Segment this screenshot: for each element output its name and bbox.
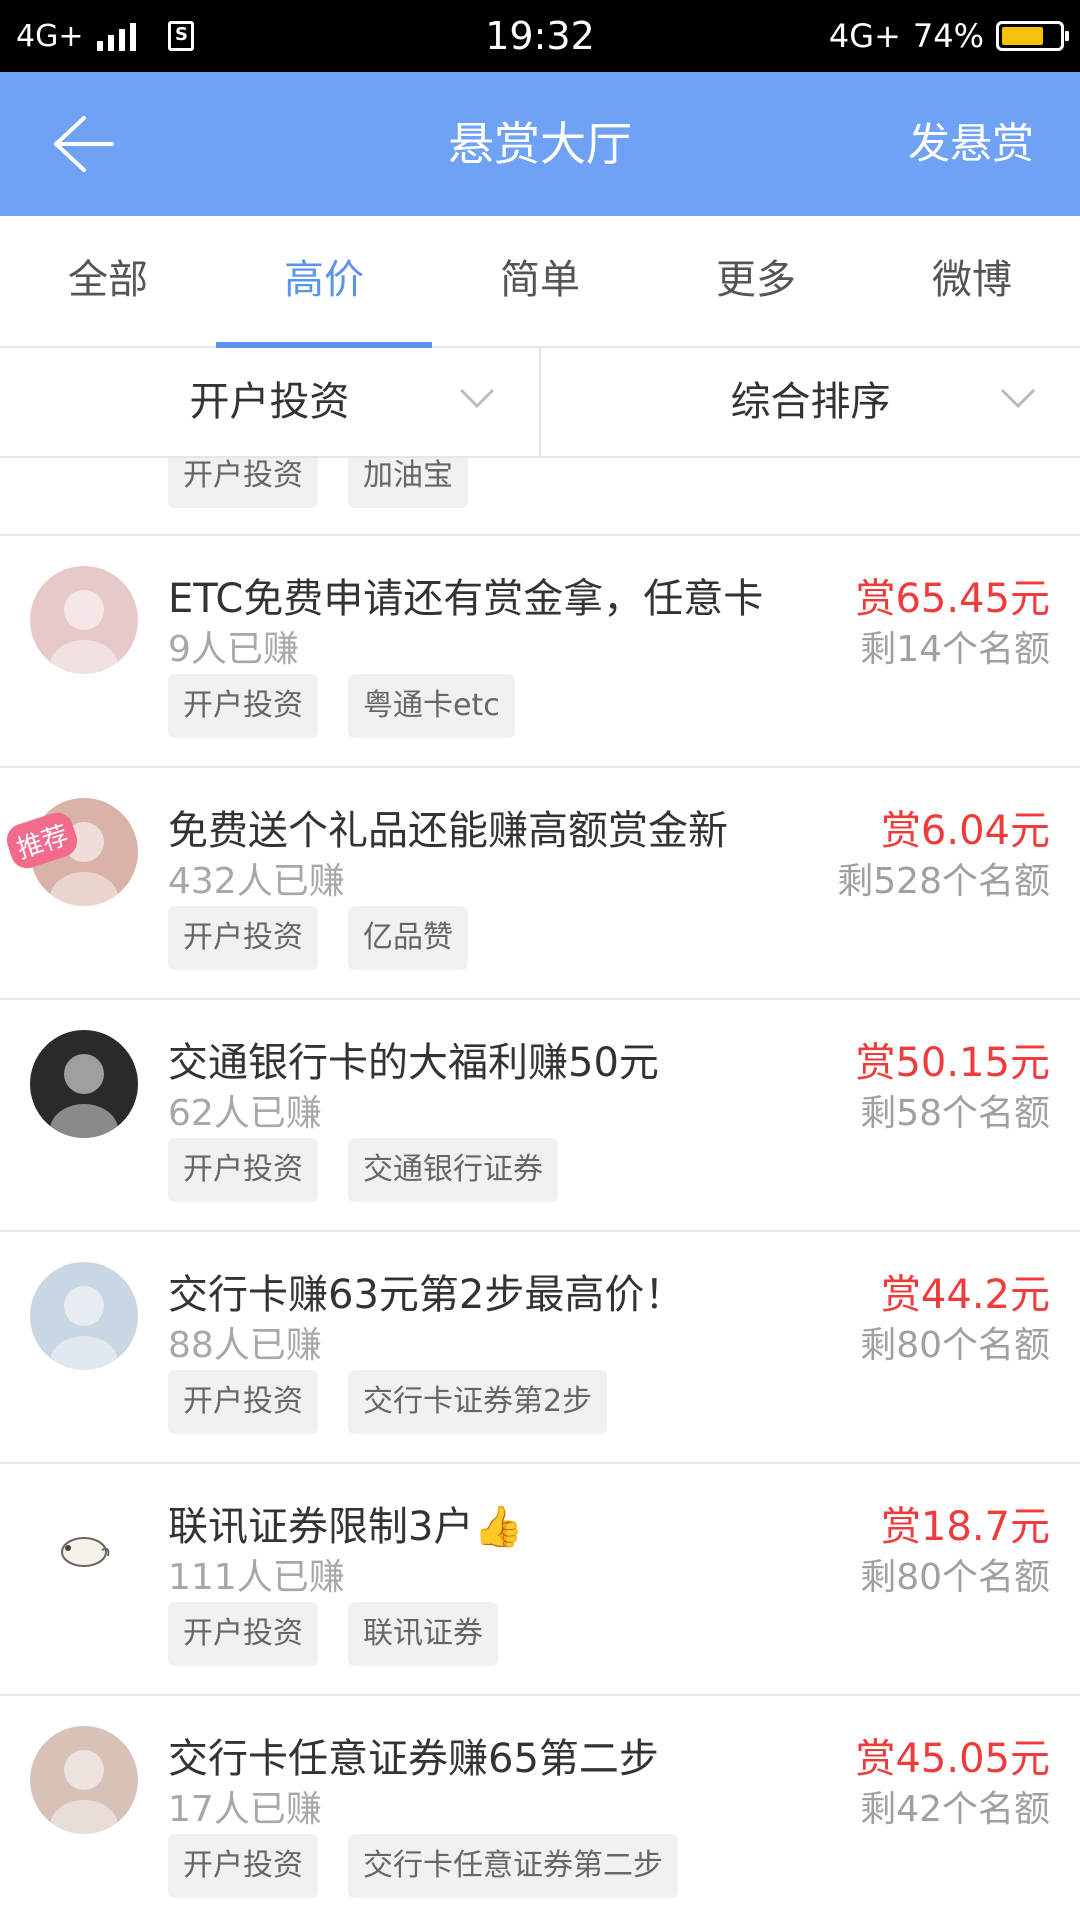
tag-group: 开户投资 加油宝 xyxy=(168,458,468,508)
reward-amount: 赏6.04元 xyxy=(880,808,1050,854)
tab-simple[interactable]: 简单 xyxy=(432,216,648,346)
tag: 开户投资 xyxy=(168,1370,318,1434)
earned-count: 88人已赚 xyxy=(168,1325,322,1366)
tab-bar: 全部 高价 简单 更多 微博 xyxy=(0,216,1080,348)
list-item-partial[interactable]: 开户投资 加油宝 xyxy=(0,458,1080,536)
network-type-right: 4G+ xyxy=(828,17,901,55)
tag: 联讯证券 xyxy=(348,1602,498,1666)
task-title: ETC免费申请还有赏金拿，任意卡 xyxy=(168,576,764,622)
list-item[interactable]: 联讯证券限制3户👍 111人已赚 开户投资 联讯证券 赏18.7元 剩80个名额 xyxy=(0,1464,1080,1696)
tab-all[interactable]: 全部 xyxy=(0,216,216,346)
tag: 粤通卡etc xyxy=(348,674,515,738)
earned-count: 62人已赚 xyxy=(168,1093,322,1134)
category-dropdown[interactable]: 开户投资 xyxy=(0,348,539,456)
list-item[interactable]: 交行卡任意证券赚65第二步 17人已赚 开户投资 交行卡任意证券第二步 赏45.… xyxy=(0,1696,1080,1920)
battery-icon xyxy=(996,21,1069,51)
earned-count: 17人已赚 xyxy=(168,1789,322,1830)
earned-count: 111人已赚 xyxy=(168,1557,345,1598)
remaining-quota: 剩14个名额 xyxy=(860,629,1050,670)
reward-amount: 赏50.15元 xyxy=(855,1040,1050,1086)
tag: 加油宝 xyxy=(348,458,468,508)
tag: 开户投资 xyxy=(168,1834,318,1898)
battery-percent: 74% xyxy=(912,17,984,55)
status-right: 4G+ 74% xyxy=(828,0,1069,72)
list-item[interactable]: 交通银行卡的大福利赚50元 62人已赚 开户投资 交通银行证券 赏50.15元 … xyxy=(0,1000,1080,1232)
list-item[interactable]: 免费送个礼品还能赚高额赏金新 432人已赚 开户投资 亿品赞 赏6.04元 剩5… xyxy=(0,768,1080,1000)
status-bar: 4G+ S 19:32 4G+ 74% xyxy=(0,0,1080,72)
tag: 交行卡任意证券第二步 xyxy=(348,1834,678,1898)
user-photo-icon xyxy=(50,590,118,674)
remaining-quota: 剩80个名额 xyxy=(860,1325,1050,1366)
post-bounty-button[interactable]: 发悬赏 xyxy=(908,72,1034,216)
remaining-quota: 剩58个名额 xyxy=(860,1093,1050,1134)
tag: 开户投资 xyxy=(168,1138,318,1202)
task-title: 免费送个礼品还能赚高额赏金新 xyxy=(168,808,728,854)
category-label: 开户投资 xyxy=(189,379,350,425)
tag: 交通银行证券 xyxy=(348,1138,558,1202)
tag: 开户投资 xyxy=(168,674,318,738)
list-item[interactable]: 交行卡赚63元第2步最高价！ 88人已赚 开户投资 交行卡证券第2步 赏44.2… xyxy=(0,1232,1080,1464)
list-item[interactable]: ETC免费申请还有赏金拿，任意卡 9人已赚 开户投资 粤通卡etc 赏65.45… xyxy=(0,536,1080,768)
pig-icon xyxy=(61,1537,110,1567)
avatar xyxy=(30,1262,138,1370)
app-header: 悬赏大厅 发悬赏 xyxy=(0,72,1080,216)
tag-group: 开户投资 交行卡证券第2步 xyxy=(168,1370,608,1434)
chevron-down-icon xyxy=(1000,388,1036,409)
tab-more[interactable]: 更多 xyxy=(648,216,864,346)
reward-amount: 赏45.05元 xyxy=(855,1736,1050,1782)
task-title: 交行卡赚63元第2步最高价！ xyxy=(168,1272,685,1318)
avatar xyxy=(30,1030,138,1138)
tag-group: 开户投资 联讯证券 xyxy=(168,1602,498,1666)
tag-group: 开户投资 交行卡任意证券第二步 xyxy=(168,1834,678,1898)
filter-bar: 开户投资 综合排序 xyxy=(0,348,1080,458)
remaining-quota: 剩42个名额 xyxy=(860,1789,1050,1830)
tag: 开户投资 xyxy=(168,458,318,508)
tag-group: 开户投资 粤通卡etc xyxy=(168,674,515,738)
tag: 交行卡证券第2步 xyxy=(348,1370,608,1434)
user-photo-icon xyxy=(50,1750,118,1834)
task-title: 交通银行卡的大福利赚50元 xyxy=(168,1040,659,1086)
task-title: 交行卡任意证券赚65第二步 xyxy=(168,1736,659,1782)
bounty-list: 开户投资 加油宝 ETC免费申请还有赏金拿，任意卡 9人已赚 开户投资 粤通卡e… xyxy=(0,458,1080,1920)
avatar xyxy=(30,566,138,674)
tab-weibo[interactable]: 微博 xyxy=(864,216,1080,346)
reward-amount: 赏65.45元 xyxy=(855,576,1050,622)
tab-high-price[interactable]: 高价 xyxy=(216,216,432,348)
reward-amount: 赏18.7元 xyxy=(880,1504,1050,1550)
reward-amount: 赏44.2元 xyxy=(880,1272,1050,1318)
avatar xyxy=(30,1494,138,1602)
sort-label: 综合排序 xyxy=(730,379,891,425)
remaining-quota: 剩80个名额 xyxy=(860,1557,1050,1598)
tag: 开户投资 xyxy=(168,1602,318,1666)
avatar xyxy=(30,1726,138,1834)
sort-dropdown[interactable]: 综合排序 xyxy=(539,348,1080,456)
remaining-quota: 剩528个名额 xyxy=(837,861,1050,902)
tag: 开户投资 xyxy=(168,906,318,970)
tag-group: 开户投资 亿品赞 xyxy=(168,906,468,970)
tag-group: 开户投资 交通银行证券 xyxy=(168,1138,558,1202)
earned-count: 9人已赚 xyxy=(168,629,299,670)
user-photo-icon xyxy=(50,1286,118,1370)
tag: 亿品赞 xyxy=(348,906,468,970)
user-photo-icon xyxy=(50,1054,118,1138)
earned-count: 432人已赚 xyxy=(168,861,345,902)
task-title: 联讯证券限制3户👍 xyxy=(168,1504,524,1550)
chevron-down-icon xyxy=(459,388,495,409)
